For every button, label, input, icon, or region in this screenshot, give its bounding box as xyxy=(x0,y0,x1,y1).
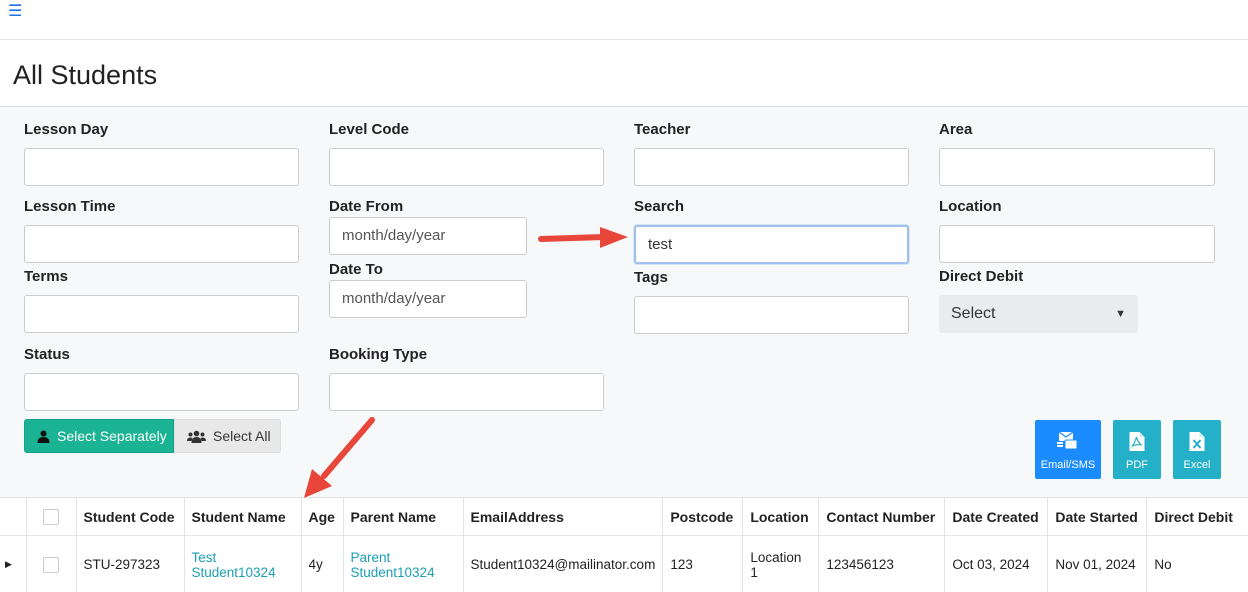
booking-type-label: Booking Type xyxy=(329,346,428,363)
email-sms-button[interactable]: Email/SMS xyxy=(1035,420,1101,479)
col-date-created[interactable]: Date Created xyxy=(944,497,1049,536)
select-separately-label: Select Separately xyxy=(57,428,167,444)
col-student-name[interactable]: Student Name xyxy=(184,497,302,536)
area-input[interactable] xyxy=(939,148,1215,186)
status-label: Status xyxy=(24,346,70,363)
status-input[interactable] xyxy=(24,373,299,411)
cell-contact-number: 123456123 xyxy=(818,535,946,592)
excel-button[interactable]: Excel xyxy=(1173,420,1221,479)
lesson-time-label: Lesson Time xyxy=(24,198,116,215)
cell-date-started: Nov 01, 2024 xyxy=(1047,535,1148,592)
date-to-input[interactable]: month/day/year xyxy=(329,280,527,318)
excel-icon xyxy=(1189,432,1205,451)
direct-debit-select[interactable]: Select ▼ xyxy=(939,295,1138,333)
email-sms-label: Email/SMS xyxy=(1040,459,1096,471)
users-icon xyxy=(187,430,206,443)
parent-name-link[interactable]: Parent Student10324 xyxy=(351,550,435,580)
location-label: Location xyxy=(939,198,1002,215)
level-code-label: Level Code xyxy=(329,121,410,138)
teacher-input[interactable] xyxy=(634,148,909,186)
terms-input[interactable] xyxy=(24,295,299,333)
select-all-checkbox[interactable] xyxy=(43,509,59,526)
area-label: Area xyxy=(939,121,973,138)
student-name-link[interactable]: Test Student10324 xyxy=(192,550,276,580)
user-icon xyxy=(37,430,50,443)
level-code-input[interactable] xyxy=(329,148,604,186)
search-input[interactable] xyxy=(634,225,909,264)
location-input[interactable] xyxy=(939,225,1215,263)
cell-parent-name: Parent Student10324 xyxy=(343,535,464,592)
terms-label: Terms xyxy=(24,268,68,285)
date-from-label: Date From xyxy=(329,198,404,215)
pdf-icon xyxy=(1129,432,1145,451)
row-checkbox[interactable] xyxy=(43,556,59,573)
tags-input[interactable] xyxy=(634,296,909,334)
col-age[interactable]: Age xyxy=(301,497,344,536)
expand-row-icon[interactable]: ▶ xyxy=(0,535,27,592)
select-separately-button[interactable]: Select Separately xyxy=(24,419,174,453)
search-label: Search xyxy=(634,198,685,215)
col-date-started[interactable]: Date Started xyxy=(1047,497,1148,536)
cell-student-name: Test Student10324 xyxy=(184,535,302,592)
students-table: Student Code Student Name Age Parent Nam… xyxy=(0,497,1248,592)
hamburger-icon[interactable]: ☰ xyxy=(8,1,22,20)
direct-debit-selected-value: Select xyxy=(951,305,996,322)
cell-email: Student10324@mailinator.com xyxy=(463,535,664,592)
cell-direct-debit: No xyxy=(1154,557,1172,573)
col-contact-number[interactable]: Contact Number xyxy=(818,497,946,536)
page-title: All Students xyxy=(13,60,158,90)
col-email-address[interactable]: EmailAddress xyxy=(463,497,664,536)
chevron-down-icon: ▼ xyxy=(1115,308,1126,320)
teacher-label: Teacher xyxy=(634,121,691,138)
col-student-code[interactable]: Student Code xyxy=(76,497,185,536)
pdf-button[interactable]: PDF xyxy=(1113,420,1161,479)
col-postcode[interactable]: Postcode xyxy=(662,497,744,536)
booking-type-input[interactable] xyxy=(329,373,604,411)
lesson-day-input[interactable] xyxy=(24,148,299,186)
col-location[interactable]: Location xyxy=(742,497,820,536)
col-parent-name[interactable]: Parent Name xyxy=(343,497,464,536)
col-direct-debit[interactable]: Direct Debit xyxy=(1146,497,1248,536)
table-row: ▶ STU-297323 Test Student10324 4y Parent S… xyxy=(0,535,1248,592)
tags-label: Tags xyxy=(634,269,668,286)
pdf-label: PDF xyxy=(1126,459,1148,471)
email-sms-icon xyxy=(1057,432,1078,450)
table-header-row: Student Code Student Name Age Parent Nam… xyxy=(0,497,1248,536)
cell-age: 4y xyxy=(301,535,344,592)
excel-label: Excel xyxy=(1183,459,1211,471)
cell-date-created: Oct 03, 2024 xyxy=(944,535,1049,592)
top-bar: ☰ xyxy=(0,0,1248,40)
cell-postcode: 123 xyxy=(662,535,744,592)
cell-location: Location 1 xyxy=(742,535,820,592)
date-from-input[interactable]: month/day/year xyxy=(329,217,527,255)
select-all-label: Select All xyxy=(213,428,271,444)
lesson-time-input[interactable] xyxy=(24,225,299,263)
date-to-label: Date To xyxy=(329,261,383,278)
select-all-button[interactable]: Select All xyxy=(174,419,281,453)
lesson-day-label: Lesson Day xyxy=(24,121,109,138)
cell-student-code: STU-297323 xyxy=(76,535,185,592)
direct-debit-label: Direct Debit xyxy=(939,268,1024,285)
